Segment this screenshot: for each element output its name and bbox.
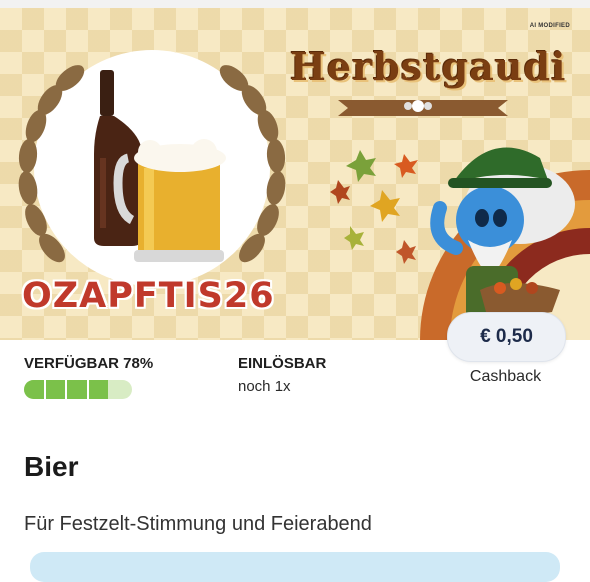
event-title: Herbstgaudi <box>290 44 567 89</box>
product-description: Für Festzelt-Stimmung und Feierabend <box>24 513 372 535</box>
cashback-label: Cashback <box>469 368 542 385</box>
cashback-amount-badge[interactable]: € 0,50 <box>447 312 566 362</box>
autumn-leaves-icon <box>330 150 418 264</box>
ai-modified-badge: AI MODIFIED <box>529 23 570 29</box>
availability-progress-fill <box>24 380 109 399</box>
availability-label: VERFÜGBAR 78% <box>24 355 154 372</box>
offer-banner[interactable]: AI MODIFIED Herbstgaudi OZAPFTIS26 <box>0 8 590 340</box>
redeemable-count: noch 1x <box>238 378 291 395</box>
title-ribbon <box>338 100 508 116</box>
availability-progress-bar <box>24 380 132 399</box>
redeemable-label: EINLÖSBAR <box>238 355 327 372</box>
promo-code: OZAPFTIS26 <box>22 276 275 316</box>
product-title: Bier <box>24 451 79 482</box>
activate-button[interactable] <box>30 552 560 582</box>
top-strip <box>0 0 590 8</box>
